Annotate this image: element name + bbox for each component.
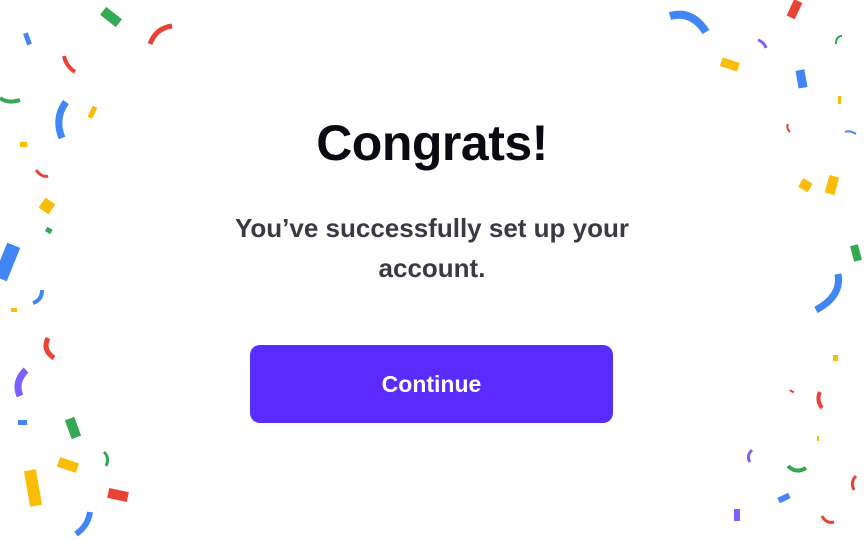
success-message: You’ve successfully set up your account. xyxy=(235,213,629,283)
confetti-piece xyxy=(102,450,110,467)
confetti-piece xyxy=(795,69,808,89)
continue-button[interactable]: Continue xyxy=(250,345,613,423)
confetti-piece xyxy=(798,178,813,193)
confetti-piece xyxy=(668,10,710,35)
confetti-piece xyxy=(23,32,32,46)
confetti-piece xyxy=(0,96,21,104)
confetti-piece xyxy=(147,23,173,45)
confetti-piece xyxy=(0,242,21,282)
confetti-piece xyxy=(746,448,754,463)
confetti-piece xyxy=(816,391,824,410)
confetti-piece xyxy=(56,457,80,473)
confetti-piece xyxy=(786,464,808,473)
confetti-piece xyxy=(32,289,44,305)
confetti-piece xyxy=(835,35,843,45)
confetti-piece xyxy=(789,389,795,393)
confetti-piece xyxy=(777,492,791,504)
confetti-piece xyxy=(850,474,858,491)
confetti-piece xyxy=(107,488,129,502)
confetti-piece xyxy=(820,515,835,524)
confetti-piece xyxy=(838,96,841,104)
confetti-piece xyxy=(64,416,82,440)
congrats-title: Congrats! xyxy=(316,115,548,171)
confetti-piece xyxy=(824,175,840,195)
confetti-piece xyxy=(44,226,53,235)
confetti-piece xyxy=(814,273,843,314)
confetti-piece xyxy=(786,0,803,20)
confetti-piece xyxy=(833,355,838,361)
confetti-piece xyxy=(43,336,56,361)
confetti-piece xyxy=(100,6,122,28)
confetti-piece xyxy=(11,308,17,312)
confetti-piece xyxy=(850,244,862,262)
confetti-piece xyxy=(734,509,740,521)
confetti-piece xyxy=(38,197,56,215)
confetti-piece xyxy=(719,57,740,72)
confetti-piece xyxy=(23,469,43,507)
confetti-piece xyxy=(18,420,27,425)
confetti-piece xyxy=(817,436,819,441)
confetti-piece xyxy=(14,367,29,398)
confetti-piece xyxy=(62,55,77,74)
confetti-piece xyxy=(74,511,93,537)
confetti-piece xyxy=(757,38,768,49)
